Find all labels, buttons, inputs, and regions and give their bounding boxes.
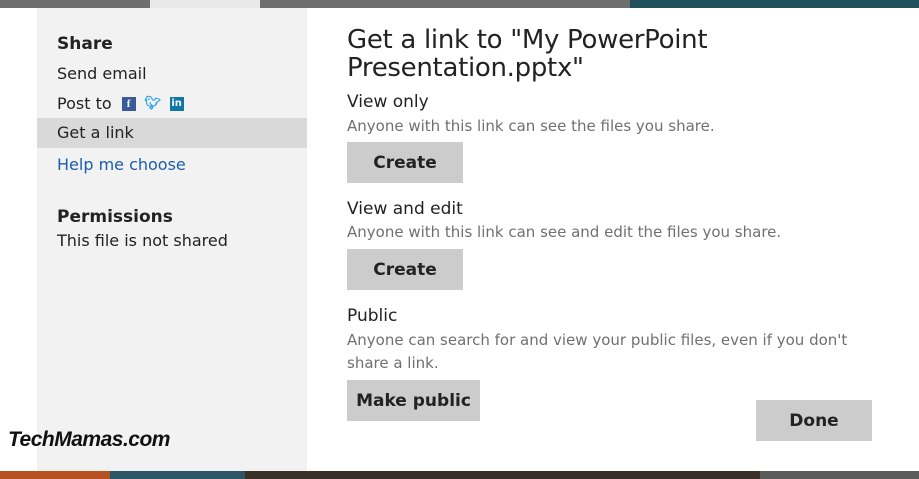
background-bottom-teal <box>110 471 245 479</box>
sidebar-item-help-me-choose[interactable]: Help me choose <box>37 150 307 180</box>
background-top-artwork <box>150 0 260 8</box>
sidebar-item-label: Post to <box>57 94 112 113</box>
sidebar-item-send-email[interactable]: Send email <box>37 59 307 89</box>
background-left-margin <box>0 8 37 471</box>
background-bottom-orange <box>0 471 110 479</box>
permissions-heading: Permissions <box>57 207 173 227</box>
watermark: TechMamas.com <box>8 428 170 451</box>
sidebar-item-label: Send email <box>57 64 147 83</box>
view-and-edit-label: View and edit <box>347 199 463 219</box>
create-view-only-link-button[interactable]: Create <box>347 142 463 183</box>
share-sidebar: Share Send email Post to f 🐦︎ in Get a l… <box>37 8 307 471</box>
twitter-icon[interactable]: 🐦︎ <box>144 97 161 111</box>
view-only-label: View only <box>347 92 429 112</box>
make-public-button[interactable]: Make public <box>347 380 480 421</box>
view-and-edit-description: Anyone with this link can see and edit t… <box>347 223 782 241</box>
facebook-icon[interactable]: f <box>121 97 136 111</box>
sidebar-item-label: Get a link <box>57 123 134 142</box>
dialog-title: Get a link to "My PowerPoint Presentatio… <box>347 25 708 83</box>
sidebar-item-post-to[interactable]: Post to f 🐦︎ in <box>37 89 307 119</box>
view-only-description: Anyone with this link can see the files … <box>347 117 715 135</box>
share-heading: Share <box>57 34 113 54</box>
permissions-status: This file is not shared <box>57 231 228 250</box>
create-view-and-edit-link-button[interactable]: Create <box>347 249 463 290</box>
background-bottom-gray <box>760 471 919 479</box>
public-description: Anyone can search for and view your publ… <box>347 331 848 372</box>
public-label: Public <box>347 306 398 326</box>
help-me-choose-link[interactable]: Help me choose <box>57 150 186 180</box>
sidebar-item-get-a-link[interactable]: Get a link <box>37 118 307 148</box>
done-button[interactable]: Done <box>756 400 872 441</box>
linkedin-icon[interactable]: in <box>169 97 184 111</box>
background-top-teal <box>630 0 919 8</box>
